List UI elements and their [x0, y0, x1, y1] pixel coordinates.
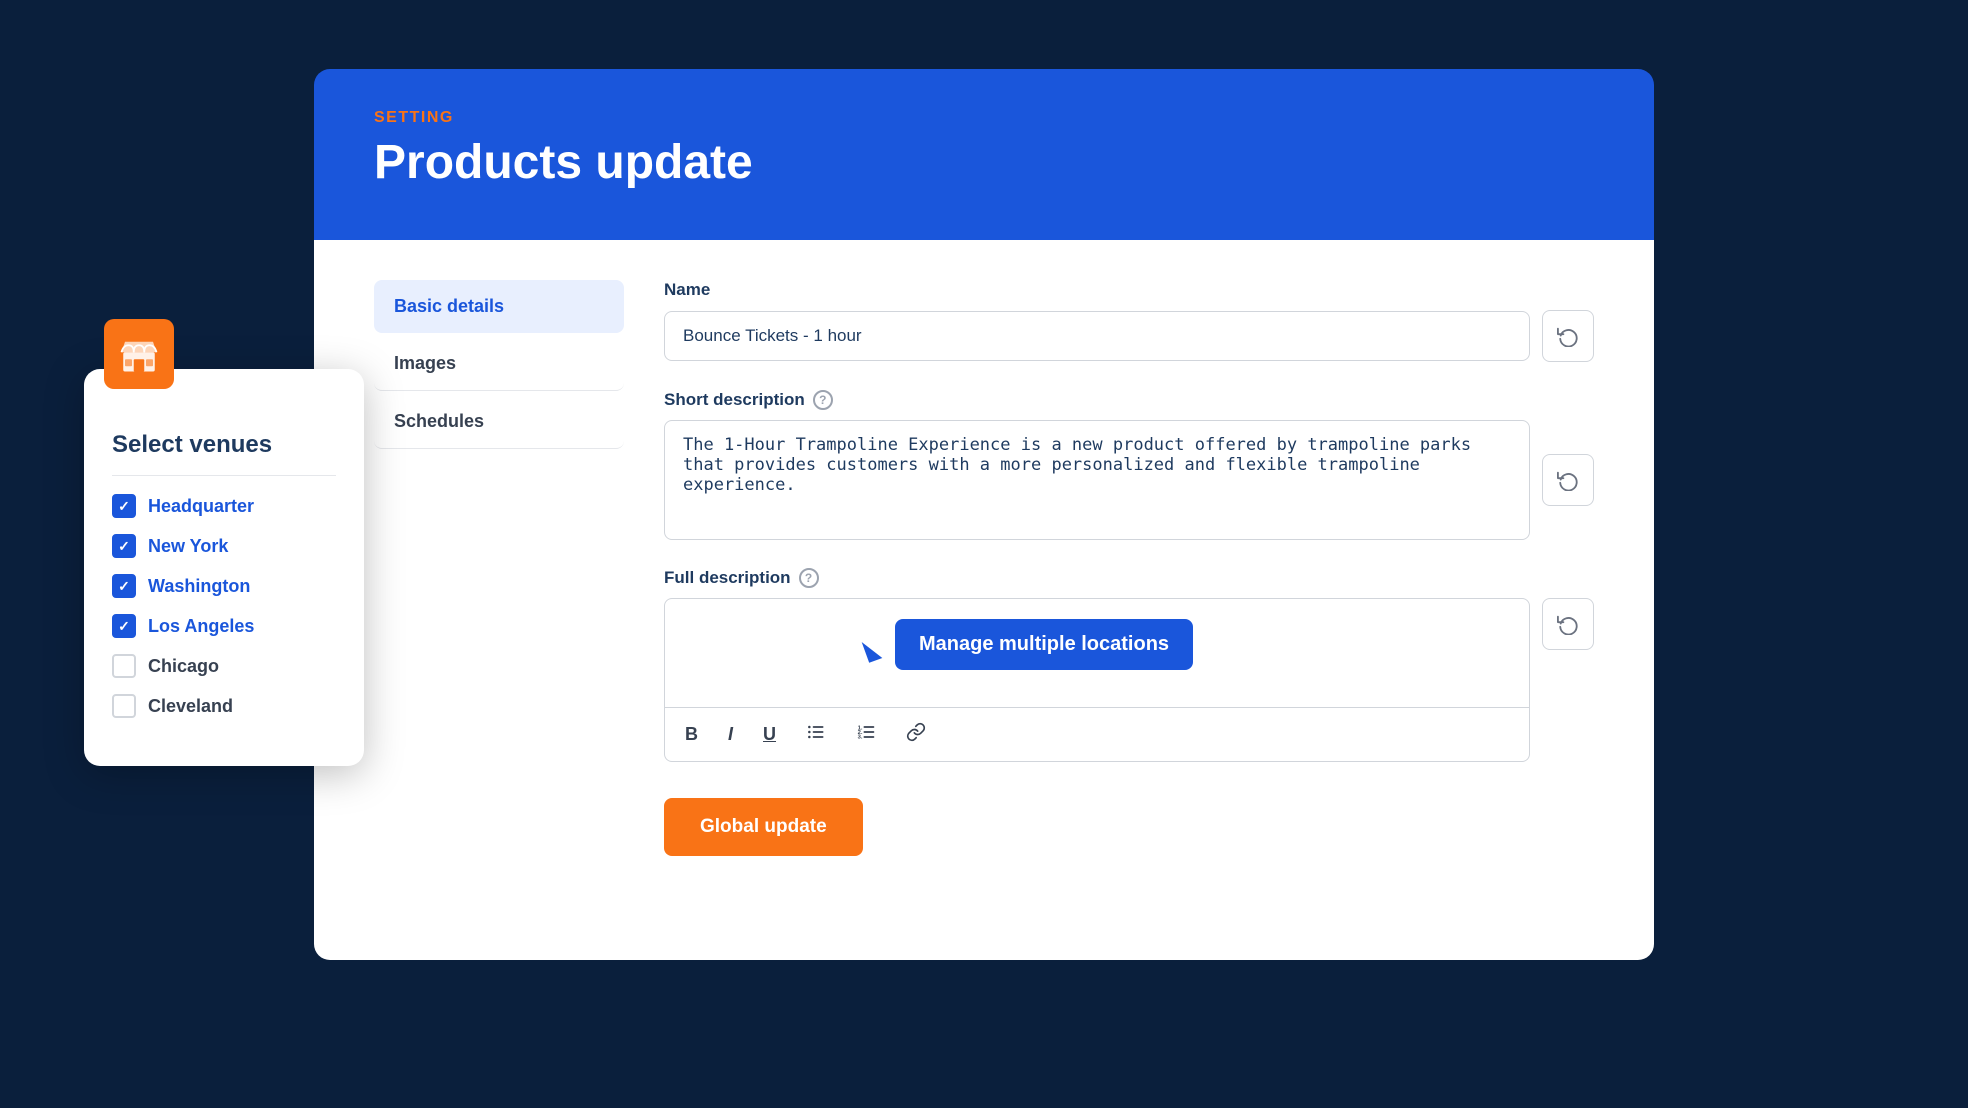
full-desc-wrapper: Manage multiple locations B I U: [664, 598, 1530, 762]
link-button[interactable]: [900, 718, 932, 751]
venue-checkbox-chicago[interactable]: [112, 654, 136, 678]
venue-checkbox-headquarter[interactable]: [112, 494, 136, 518]
name-field-group: Name: [664, 280, 1594, 362]
store-icon-wrapper: [104, 319, 174, 389]
full-desc-input-row: Manage multiple locations B I U: [664, 598, 1594, 762]
cursor-arrow-icon: [862, 637, 883, 662]
name-input[interactable]: [664, 311, 1530, 361]
venue-item-headquarter[interactable]: Headquarter: [112, 494, 336, 518]
nav-item-basic-details[interactable]: Basic details: [374, 280, 624, 333]
name-reset-button[interactable]: [1542, 310, 1594, 362]
venue-checkbox-cleveland[interactable]: [112, 694, 136, 718]
store-icon: [104, 319, 174, 389]
svg-text:3.: 3.: [858, 735, 863, 741]
underline-button[interactable]: U: [757, 720, 782, 749]
bold-button[interactable]: B: [679, 720, 704, 749]
setting-label: SETTING: [374, 109, 1594, 127]
venue-label-los-angeles: Los Angeles: [148, 616, 254, 637]
global-update-button[interactable]: Global update: [664, 798, 863, 856]
short-desc-label: Short description ?: [664, 390, 1594, 410]
short-desc-textarea[interactable]: The 1-Hour Trampoline Experience is a ne…: [664, 420, 1530, 540]
venue-panel: Select venues Headquarter New York Washi…: [84, 369, 364, 766]
venue-label-chicago: Chicago: [148, 656, 219, 677]
venue-label-headquarter: Headquarter: [148, 496, 254, 517]
short-desc-help-icon[interactable]: ?: [813, 390, 833, 410]
nav-item-images[interactable]: Images: [374, 337, 624, 391]
form-area: Name Short description ?: [664, 280, 1594, 920]
name-input-row: [664, 310, 1594, 362]
venue-item-washington[interactable]: Washington: [112, 574, 336, 598]
venue-label-new-york: New York: [148, 536, 228, 557]
editor-toolbar: B I U: [664, 708, 1530, 762]
venue-label-washington: Washington: [148, 576, 250, 597]
full-desc-reset-button[interactable]: [1542, 598, 1594, 650]
short-desc-input-row: The 1-Hour Trampoline Experience is a ne…: [664, 420, 1594, 540]
name-label: Name: [664, 280, 1594, 300]
venue-checkbox-los-angeles[interactable]: [112, 614, 136, 638]
italic-button[interactable]: I: [722, 720, 739, 749]
venue-panel-title: Select venues: [112, 431, 336, 459]
nav-item-schedules[interactable]: Schedules: [374, 395, 624, 449]
venue-checkbox-new-york[interactable]: [112, 534, 136, 558]
venue-checkbox-washington[interactable]: [112, 574, 136, 598]
page-header: SETTING Products update: [314, 69, 1654, 240]
unordered-list-button[interactable]: [800, 718, 832, 751]
manage-locations-tooltip: Manage multiple locations: [895, 619, 1193, 670]
short-desc-field-group: Short description ? The 1-Hour Trampolin…: [664, 390, 1594, 540]
venue-item-cleveland[interactable]: Cleveland: [112, 694, 336, 718]
full-desc-help-icon[interactable]: ?: [799, 568, 819, 588]
full-desc-label: Full description ?: [664, 568, 1594, 588]
venue-label-cleveland: Cleveland: [148, 696, 233, 717]
venue-item-los-angeles[interactable]: Los Angeles: [112, 614, 336, 638]
main-container: SETTING Products update Basic details Im…: [314, 69, 1654, 1039]
full-desc-body: Manage multiple locations: [664, 598, 1530, 708]
full-desc-field-group: Full description ? Manage multiple locat…: [664, 568, 1594, 762]
page-title: Products update: [374, 135, 1594, 190]
short-desc-reset-button[interactable]: [1542, 454, 1594, 506]
content-area: Basic details Images Schedules Name: [314, 240, 1654, 960]
ordered-list-button[interactable]: 1. 2. 3.: [850, 718, 882, 751]
venue-item-new-york[interactable]: New York: [112, 534, 336, 558]
venue-item-chicago[interactable]: Chicago: [112, 654, 336, 678]
venue-divider: [112, 475, 336, 476]
sidebar-nav: Basic details Images Schedules: [374, 280, 624, 920]
